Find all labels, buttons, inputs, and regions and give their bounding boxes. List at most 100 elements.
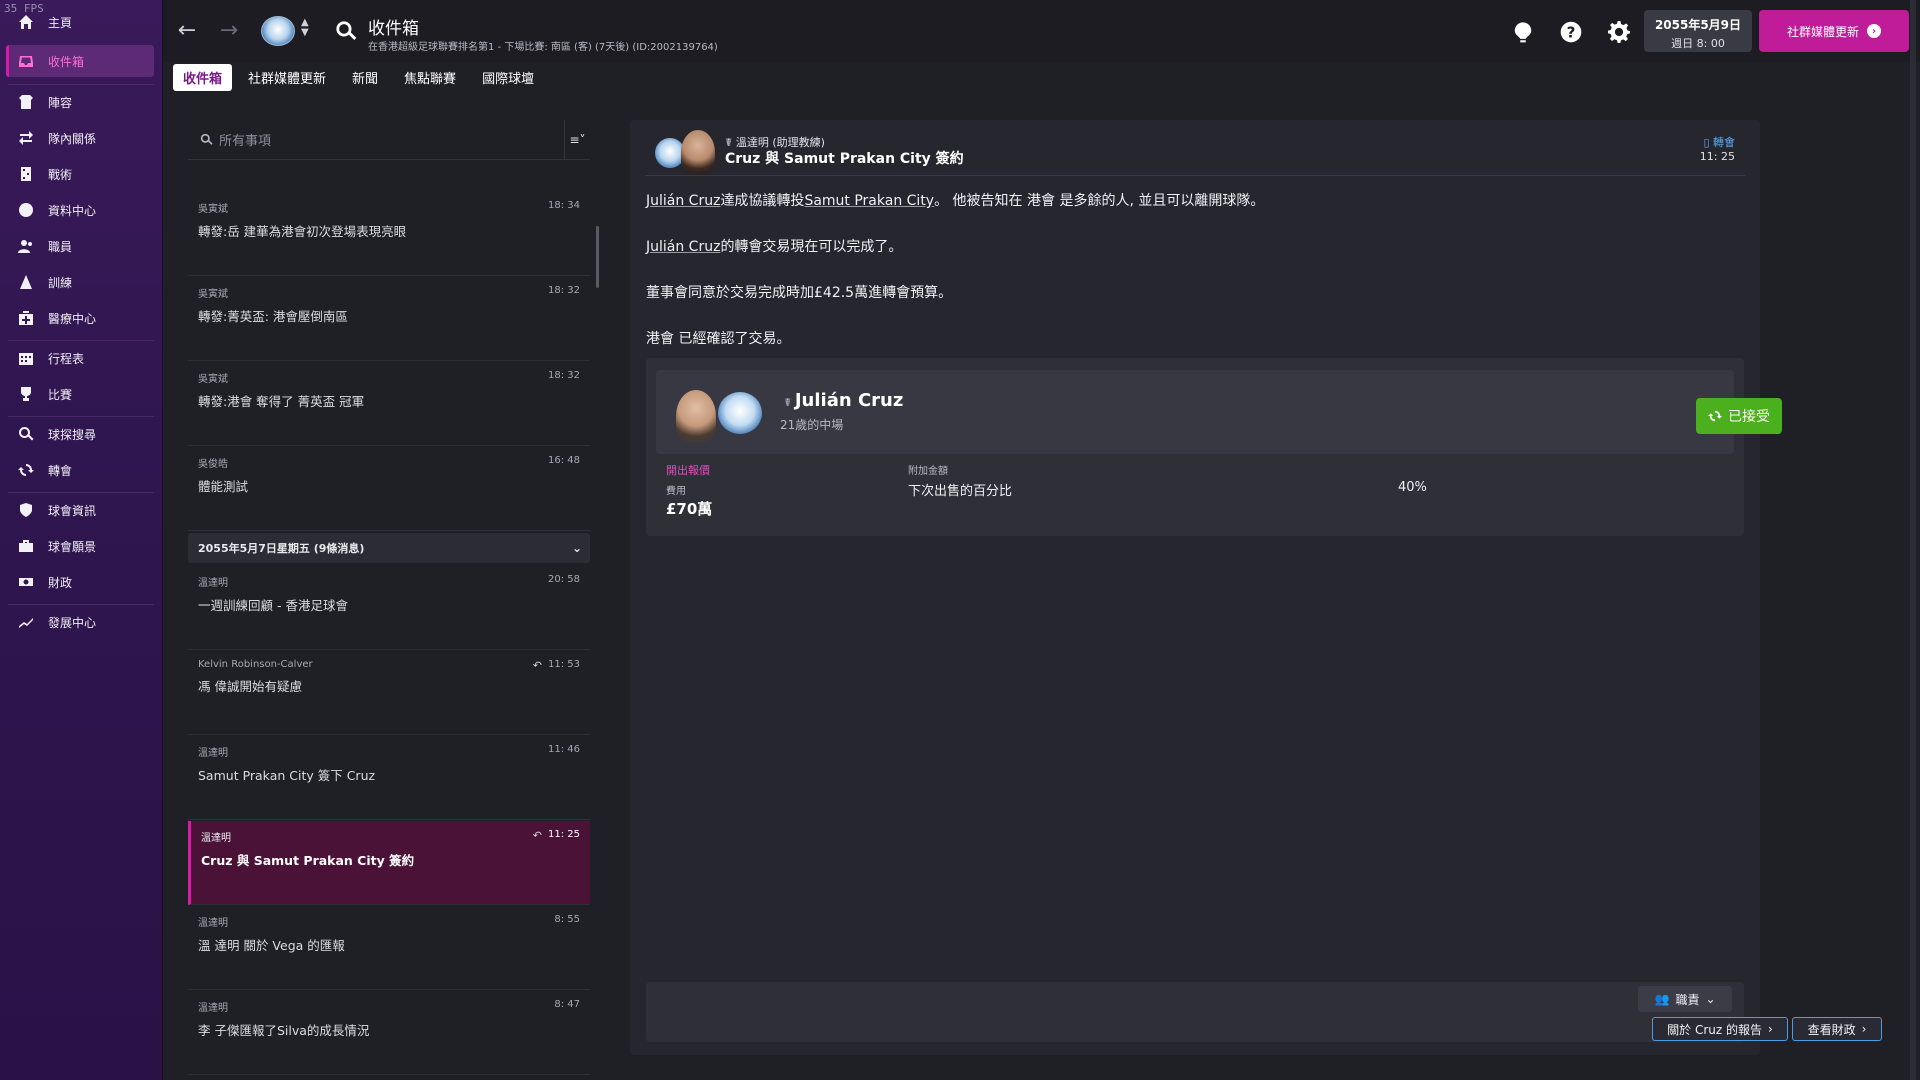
sidebar-item-label: 球會願景 <box>48 539 97 554</box>
search-icon <box>200 133 213 145</box>
page-title: 收件箱 <box>368 19 419 39</box>
tab-world-football[interactable]: 國際球壇 <box>472 64 544 91</box>
sidebar-item-data-hub[interactable]: 資料中心 <box>6 194 154 226</box>
message-category-tag: ▯ 轉會 <box>1703 136 1735 149</box>
list-item[interactable]: 吳寅斌 18: 34 轉發:岳 建華為港會初次登場表現亮眼 <box>188 192 590 276</box>
view-finances-button[interactable]: 查看財政 › <box>1792 1017 1882 1041</box>
add-on-item: 下次出售的百分比 <box>908 484 1013 499</box>
sort-menu-icon[interactable]: ≡˅ <box>564 120 590 160</box>
social-media-update-button[interactable]: 社群媒體更新 › <box>1759 10 1909 52</box>
inbox-filter-input[interactable]: 所有事項 <box>188 120 564 160</box>
list-item[interactable]: 吳寅斌 18: 32 轉發:菁英盃: 港會壓倒南區 <box>188 277 590 361</box>
list-item[interactable]: Kelvin Robinson-Calver ↶ 11: 53 馮 偉誠開始有疑… <box>188 651 590 735</box>
sidebar-item-label: 隊內關係 <box>48 131 97 146</box>
sidebar-item-label: 球探搜尋 <box>48 427 97 442</box>
transfers-icon <box>16 461 36 479</box>
forward-arrow-icon[interactable]: → <box>217 18 241 43</box>
sidebar-item-dynamics[interactable]: 隊內關係 <box>6 122 154 154</box>
player-description: 21歲的中場 <box>780 418 844 432</box>
add-on-value: 40% <box>1398 480 1427 495</box>
message-paragraph: Julián Cruz的轉會交易現在可以完成了。 <box>646 239 903 255</box>
message-paragraph: Julián Cruz達成協議轉投Samut Prakan City。 他被告知… <box>646 193 1265 209</box>
sidebar-item-label: 發展中心 <box>48 615 97 630</box>
sidebar-item-label: 戰術 <box>48 167 73 182</box>
player-avatar[interactable] <box>676 390 716 442</box>
sidebar-item-training[interactable]: 訓練 <box>6 266 154 298</box>
sidebar-item-home[interactable]: 主頁 <box>6 6 154 38</box>
tab-social-media[interactable]: 社群媒體更新 <box>238 64 336 91</box>
fee-value: £70萬 <box>666 500 713 518</box>
sidebar-item-label: 收件箱 <box>48 54 85 69</box>
list-item[interactable]: 吳俊皓 16: 48 體能測試 <box>188 447 590 531</box>
message-header: ☤ 溫達明 (助理教練) Cruz 與 Samut Prakan City 簽約… <box>645 130 1745 176</box>
club-badge[interactable] <box>261 16 295 46</box>
sidebar-item-squad[interactable]: 陣容 <box>6 86 154 118</box>
tab-focus-leagues[interactable]: 焦點聯賽 <box>394 64 466 91</box>
divider <box>8 84 154 85</box>
transfer-offer-card: ☤ Julián Cruz 21歲的中場 已接受 開出報價 費用 £70萬 附加… <box>646 358 1782 536</box>
list-item[interactable]: 溫達明 20: 58 一週訓練回顧 - 香港足球會 <box>188 566 590 650</box>
sidebar-item-staff[interactable]: 職員 <box>6 230 154 262</box>
scouting-icon <box>16 425 36 443</box>
gear-icon[interactable] <box>1607 20 1631 44</box>
list-item[interactable]: 溫達明 8: 47 李 子傑匯報了Silva的成長情況 <box>188 991 590 1075</box>
player-link[interactable]: Julián Cruz <box>646 239 720 255</box>
add-ons-label: 附加金額 <box>908 466 948 477</box>
page-scrollbar[interactable] <box>1910 0 1916 1080</box>
reply-icon: ↶ <box>532 829 542 842</box>
sidebar-item-development[interactable]: 發展中心 <box>6 606 154 638</box>
sidebar-item-finances[interactable]: 財政 <box>6 566 154 598</box>
sidebar-item-label: 資料中心 <box>48 203 97 218</box>
chevron-right-icon: › <box>1768 1022 1773 1036</box>
assistant-icon[interactable] <box>1511 20 1535 44</box>
tab-news[interactable]: 新聞 <box>342 64 388 91</box>
back-arrow-icon[interactable]: ← <box>175 18 199 43</box>
inbox-date-group[interactable]: 2055年5月7日星期五 (9條消息) ⌄ <box>188 533 590 563</box>
sidebar-item-medical[interactable]: 醫療中心 <box>6 302 154 334</box>
inbox-list: 所有事項 ≡˅ 吳寅斌 18: 34 轉發:岳 建華為港會初次登場表現亮眼 吳寅… <box>188 120 590 1075</box>
tab-inbox[interactable]: 收件箱 <box>173 63 233 91</box>
inbox-scrollbar[interactable] <box>596 226 599 288</box>
search-icon[interactable] <box>335 20 357 42</box>
divider <box>8 340 154 341</box>
sidebar-item-club-info[interactable]: 球會資訊 <box>6 494 154 526</box>
sidebar-item-scouting[interactable]: 球探搜尋 <box>6 418 154 450</box>
list-item[interactable]: 溫達明 11: 46 Samut Prakan City 簽下 Cruz <box>188 736 590 820</box>
player-name[interactable]: ☤ Julián Cruz <box>784 390 903 411</box>
chevron-down-icon: ⌄ <box>571 541 582 555</box>
game-date[interactable]: 2055年5月9日 週日 8: 00 <box>1644 10 1752 52</box>
continue-arrow-icon: › <box>1867 24 1881 38</box>
sidebar-item-schedule[interactable]: 行程表 <box>6 342 154 374</box>
list-item[interactable]: 溫達明 8: 55 溫 達明 關於 Vega 的匯報 <box>188 906 590 990</box>
club-link[interactable]: Samut Prakan City <box>804 193 934 209</box>
svg-text:?: ? <box>1567 24 1576 42</box>
message-paragraph: 董事會同意於交易完成時加£42.5萬進轉會預算。 <box>646 285 953 301</box>
staff-responsibility-dropdown[interactable]: 👥 職責 ⌄ <box>1638 986 1732 1012</box>
sidebar-item-club-vision[interactable]: 球會願景 <box>6 530 154 562</box>
training-icon <box>16 273 36 291</box>
player-report-button[interactable]: 關於 Cruz 的報告 › <box>1652 1017 1788 1041</box>
divider <box>8 416 154 417</box>
sidebar-item-inbox[interactable]: 收件箱 <box>6 45 154 77</box>
sender-avatar[interactable] <box>681 130 715 174</box>
sidebar-item-label: 陣容 <box>48 95 73 110</box>
club-info-icon <box>16 501 36 519</box>
help-icon[interactable]: ? <box>1559 20 1583 44</box>
sidebar-item-label: 球會資訊 <box>48 503 97 518</box>
club-vision-icon <box>16 537 36 555</box>
offer-label: 開出報價 <box>666 464 710 477</box>
player-link[interactable]: Julián Cruz <box>646 193 720 209</box>
sidebar-item-label: 訓練 <box>48 275 73 290</box>
list-item-selected[interactable]: 溫達明 ↶ 11: 25 Cruz 與 Samut Prakan City 簽約 <box>188 821 590 905</box>
club-switch-icon[interactable]: ▲ ▼ <box>301 18 309 38</box>
sidebar-item-competitions[interactable]: 比賽 <box>6 378 154 410</box>
staff-icon: 👥 <box>1654 992 1670 1006</box>
data-hub-icon <box>16 201 36 219</box>
sidebar-item-transfers[interactable]: 轉會 <box>6 454 154 486</box>
schedule-icon <box>16 349 36 367</box>
sidebar-item-label: 醫療中心 <box>48 311 97 326</box>
sidebar-item-tactics[interactable]: 戰術 <box>6 158 154 190</box>
status-badge: 已接受 <box>1696 398 1782 434</box>
list-item[interactable]: 吳寅斌 18: 32 轉發:港會 奪得了 菁英盃 冠軍 <box>188 362 590 446</box>
squad-icon <box>16 93 36 111</box>
